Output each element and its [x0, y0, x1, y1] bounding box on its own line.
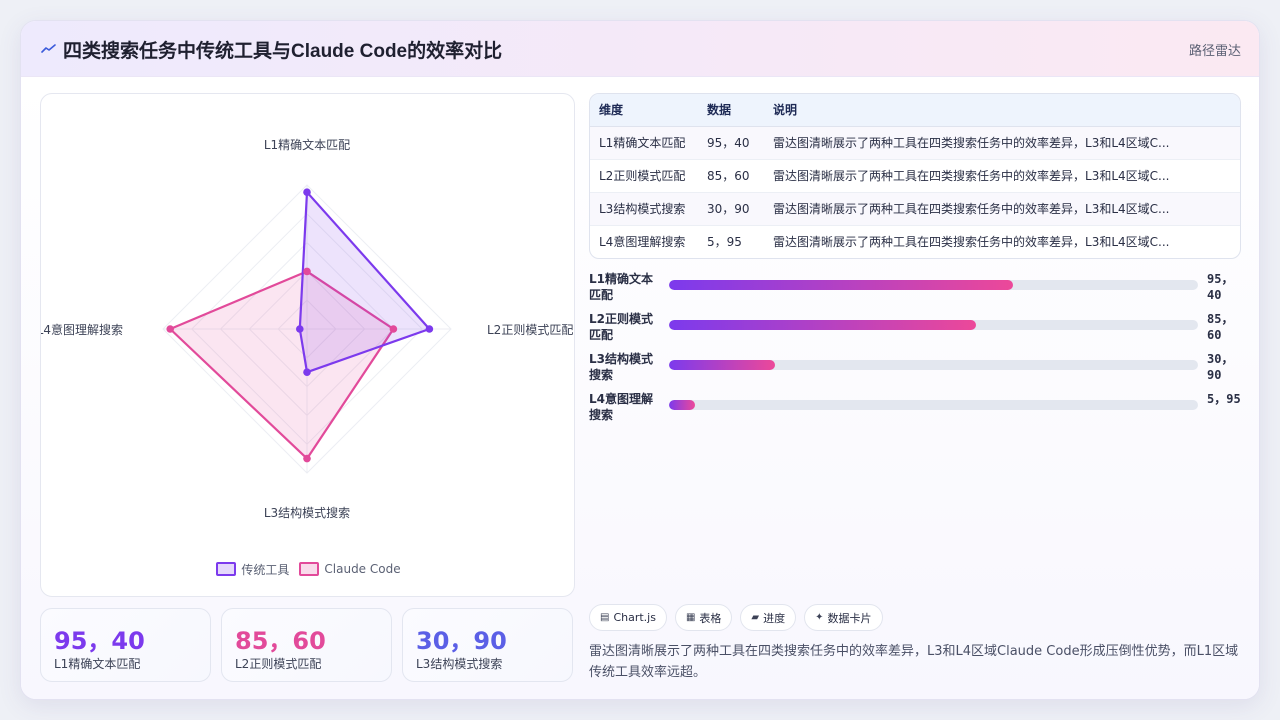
stat-label: L3结构模式搜索	[416, 657, 503, 671]
stat-card-l2: 85，60 L2正则模式匹配	[221, 608, 392, 682]
page-title: 四类搜索任务中传统工具与Claude Code的效率对比	[63, 41, 503, 62]
tag-label: Chart.js	[613, 611, 656, 624]
progress-fill	[669, 360, 775, 370]
progress-row: L1精确文本匹配 95，40	[589, 271, 1241, 305]
table-header-row: 维度 数据 说明	[590, 94, 1240, 127]
table-icon: ▦	[685, 612, 696, 623]
progress-row: L2正则模式匹配 85，60	[589, 311, 1241, 345]
progress-track	[669, 400, 1198, 410]
column-header: 维度	[590, 94, 707, 127]
card-icon: ✦	[815, 612, 824, 623]
progress-fill	[669, 280, 1013, 290]
radar-series-area	[298, 191, 431, 374]
data-table: 维度 数据 说明 L1精确文本匹配 95，40 雷达图清晰展示了两种工具在四类搜…	[590, 94, 1240, 258]
chart-icon: ▤	[600, 612, 610, 623]
progress-fill	[669, 400, 696, 410]
table-row: L2正则模式匹配 85，60 雷达图清晰展示了两种工具在四类搜索任务中的效率差异…	[590, 159, 1240, 193]
summary-text: 雷达图清晰展示了两种工具在四类搜索任务中的效率差异，L3和L4区域Claude …	[589, 644, 1239, 680]
table-row: L3结构模式搜索 30，90 雷达图清晰展示了两种工具在四类搜索任务中的效率差异…	[590, 192, 1240, 226]
progress-label: L1精确文本匹配	[589, 272, 653, 302]
progress-value: 5，95	[1207, 392, 1241, 406]
radar-point	[303, 368, 311, 377]
progress-label: L3结构模式搜索	[589, 352, 653, 382]
radar-point	[425, 325, 434, 333]
radar-point	[303, 454, 311, 463]
table-cell: 雷达图清晰展示了两种工具在四类搜索任务中的效率差异，L3和L4区域C...	[773, 159, 1240, 193]
legend-swatch	[299, 562, 320, 576]
data-table-panel: 维度 数据 说明 L1精确文本匹配 95，40 雷达图清晰展示了两种工具在四类搜…	[589, 93, 1241, 259]
tag-label: 表格	[699, 611, 722, 625]
stat-value: 85，60	[235, 627, 326, 655]
legend-item[interactable]: 传统工具	[216, 560, 289, 578]
progress-track	[669, 360, 1198, 370]
tag-data-card[interactable]: ✦ 数据卡片	[804, 604, 883, 631]
tag-table[interactable]: ▦ 表格	[674, 604, 733, 631]
table-cell: 雷达图清晰展示了两种工具在四类搜索任务中的效率差异，L3和L4区域C...	[773, 126, 1240, 160]
stat-label: L1精确文本匹配	[54, 657, 141, 671]
radar-axis-label: L1精确文本匹配	[264, 137, 350, 152]
radar-point	[389, 325, 398, 333]
radar-chart: L1精确文本匹配 L2正则模式匹配 L3结构模式搜索 L4意图理解搜索	[41, 137, 573, 520]
radar-axis-label: L4意图理解搜索	[41, 322, 123, 337]
progress-value: 85，60	[1207, 312, 1234, 342]
radar-chart-panel: L1精确文本匹配 L2正则模式匹配 L3结构模式搜索 L4意图理解搜索 传统工具 Cla…	[40, 93, 575, 597]
stat-value: 30，90	[416, 627, 507, 655]
main-card: 四类搜索任务中传统工具与Claude Code的效率对比 路径雷达 L1精确文本…	[20, 20, 1260, 700]
radar-point	[166, 325, 174, 333]
legend-label: 传统工具	[241, 562, 290, 577]
radar-point	[303, 188, 311, 196]
progress-value: 95，40	[1207, 272, 1234, 302]
feature-tags: ▤ Chart.js ▦ 表格 ▰ 进度 ✦ 数据卡片	[589, 604, 883, 631]
stat-label: L2正则模式匹配	[235, 657, 322, 671]
progress-track	[669, 280, 1198, 290]
chart-legend: 传统工具 Claude Code	[41, 560, 576, 578]
progress-label: L2正则模式匹配	[589, 312, 653, 342]
progress-value: 30，90	[1207, 352, 1234, 382]
table-cell: 雷达图清晰展示了两种工具在四类搜索任务中的效率差异，L3和L4区域C...	[773, 235, 1170, 250]
table-cell: 5，95	[707, 235, 742, 250]
header-right-label: 路径雷达	[1188, 44, 1241, 59]
table-row: L4意图理解搜索 5，95 雷达图清晰展示了两种工具在四类搜索任务中的效率差异，…	[590, 225, 1240, 258]
table-cell: L2正则模式匹配	[590, 159, 707, 193]
progress-fill	[669, 320, 976, 330]
tag-chartjs[interactable]: ▤ Chart.js	[589, 604, 667, 631]
legend-swatch	[216, 562, 237, 576]
table-cell: 95，40	[707, 126, 773, 160]
radar-axis-label: L2正则模式匹配	[487, 323, 573, 337]
tag-progress[interactable]: ▰ 进度	[740, 604, 797, 631]
stat-value: 95，40	[54, 627, 145, 655]
progress-label: L4意图理解搜索	[589, 392, 653, 422]
radar-axis-label: L3结构模式搜索	[264, 505, 350, 520]
progress-row: L3结构模式搜索 30，90	[589, 351, 1241, 385]
stat-card-l3: 30，90 L3结构模式搜索	[402, 608, 573, 682]
header: 四类搜索任务中传统工具与Claude Code的效率对比 路径雷达	[21, 21, 1259, 77]
table-cell: 85，60	[707, 159, 773, 193]
table-cell: 30，90	[707, 192, 773, 226]
stat-card-l1: 95，40 L1精确文本匹配	[40, 608, 211, 682]
table-row: L1精确文本匹配 95，40 雷达图清晰展示了两种工具在四类搜索任务中的效率差异…	[590, 126, 1240, 160]
progress-icon: ▰	[751, 612, 760, 623]
radar-point	[296, 325, 304, 333]
table-cell: L4意图理解搜索	[599, 235, 686, 250]
column-header: 数据	[707, 94, 773, 127]
table-cell: L1精确文本匹配	[590, 126, 707, 160]
progress-track	[669, 320, 1198, 330]
tag-label: 数据卡片	[827, 611, 872, 625]
column-header: 说明	[773, 94, 1240, 127]
sparkline-icon	[41, 41, 57, 57]
legend-item[interactable]: Claude Code	[299, 560, 401, 578]
table-cell: L3结构模式搜索	[590, 192, 707, 226]
progress-row: L4意图理解搜索 5，95	[589, 391, 1241, 425]
table-cell: 雷达图清晰展示了两种工具在四类搜索任务中的效率差异，L3和L4区域C...	[773, 192, 1240, 226]
tag-label: 进度	[763, 611, 786, 625]
legend-label: Claude Code	[324, 562, 401, 576]
radar-point	[303, 267, 311, 276]
